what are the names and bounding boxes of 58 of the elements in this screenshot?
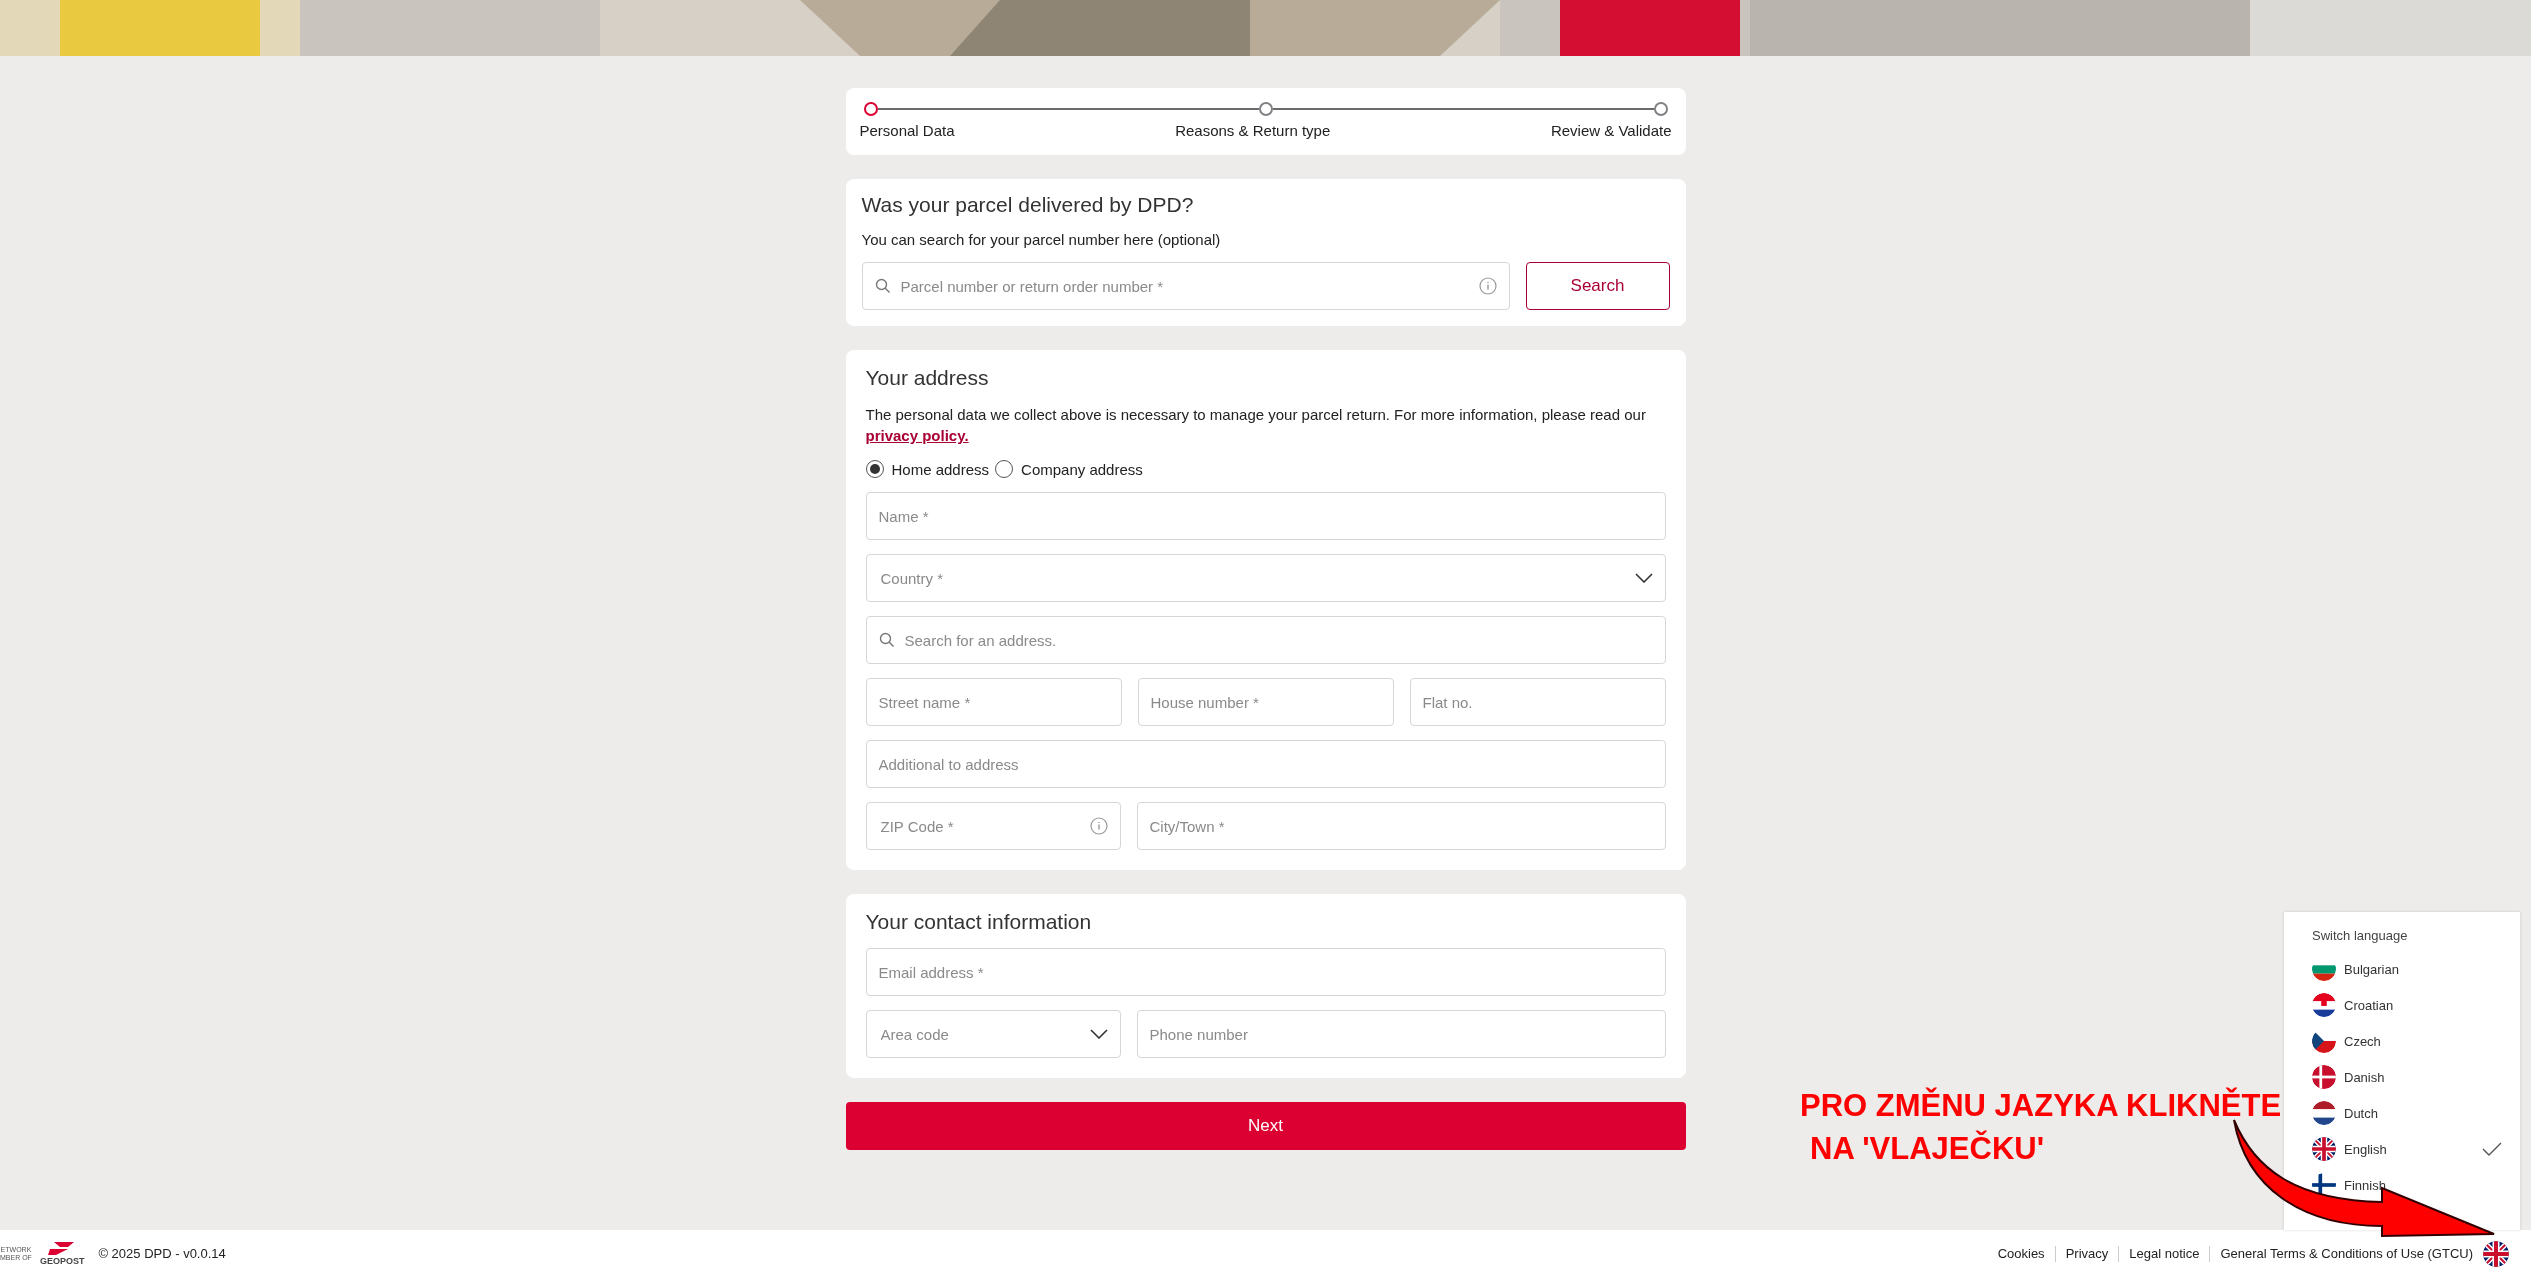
search-field[interactable]: Parcel number or return order number * [898, 276, 1471, 296]
search-field[interactable]: Search for an address. [865, 616, 1666, 664]
footer-link[interactable]: General Terms & Conditions of Use (GTCU) [2220, 1246, 2473, 1261]
footer-link[interactable]: Legal notice [2129, 1246, 2200, 1261]
language-item[interactable]: Bulgarian [2312, 951, 2502, 987]
input-field[interactable]: Additional to address [865, 740, 1666, 788]
logo-text: GEOPOST [39, 1255, 85, 1266]
flag-icon [2312, 993, 2336, 1017]
input-field[interactable]: Street name * [865, 678, 1122, 726]
annotation-text: PRO ZMĚNU JAZYKA KLIKNĚTE [1800, 1086, 2282, 1125]
flag-icon [2312, 1101, 2336, 1125]
next-button[interactable]: Next [845, 1102, 1686, 1150]
chevron-down-icon [1089, 1029, 1108, 1039]
search-icon [874, 278, 891, 294]
arrow-icon [2232, 1118, 2496, 1238]
hint-text: You can search for your parcel number here (optional) [861, 231, 1222, 248]
language-item[interactable]: Danish [2312, 1059, 2502, 1095]
input-field[interactable]: Flat no. [1409, 678, 1666, 726]
input-field[interactable]: Email address * [865, 948, 1666, 996]
section-title: Was your parcel delivered by DPD? [861, 193, 1195, 217]
input-field[interactable]: Phone number [1136, 1010, 1666, 1058]
info-icon[interactable] [1478, 277, 1497, 295]
radio-label: Company address [1021, 460, 1143, 478]
input-field[interactable]: ZIP Code * [865, 802, 1121, 850]
flag-icon [2312, 1065, 2336, 1089]
select-field[interactable]: Area code [878, 1024, 1082, 1044]
input-field[interactable]: Name * [865, 492, 1666, 540]
section-title: Your address [865, 366, 990, 390]
annotation-text: NA 'VLAJEČKU' [1810, 1129, 2045, 1168]
search-field[interactable]: Search for an address. [902, 630, 1653, 650]
select-field[interactable]: Area code [865, 1010, 1121, 1058]
step-label: Personal Data [859, 122, 955, 139]
radio-label: Home address [891, 460, 990, 478]
search-field[interactable]: Parcel number or return order number * [861, 262, 1510, 310]
input-field[interactable]: House number * [1137, 678, 1394, 726]
select-field[interactable]: Country * [878, 568, 1627, 588]
search-button[interactable]: Search [1525, 262, 1670, 310]
footer-link[interactable]: Cookies [1997, 1246, 2045, 1261]
flag-icon [2312, 1137, 2336, 1161]
copyright-text: © 2025 DPD - v0.0.14 [98, 1246, 226, 1261]
chevron-down-icon [1634, 573, 1653, 583]
language-item[interactable]: Czech [2312, 1023, 2502, 1059]
language-flag-button[interactable] [2483, 1240, 2509, 1267]
step-label: Reasons & Return type [1175, 122, 1331, 139]
search-icon [878, 632, 895, 648]
language-item[interactable]: Dutch [2312, 1095, 2502, 1131]
input-field[interactable]: City/Town * [1136, 802, 1666, 850]
menu-title: Switch language [2312, 928, 2409, 943]
language-item[interactable]: English [2312, 1131, 2502, 1167]
privacy-link[interactable]: privacy policy. [865, 427, 969, 444]
privacy-notice: The personal data we collect above is necessary to manage your parcel return. For more information, please read our privacy policy. [865, 405, 1647, 446]
footer-link[interactable]: Privacy [2065, 1246, 2109, 1261]
info-icon[interactable] [1089, 817, 1108, 835]
section-title: Your contact information [865, 910, 1093, 934]
step-label: Review & Validate [1550, 122, 1672, 139]
language-item[interactable]: Croatian [2312, 987, 2502, 1023]
select-field[interactable]: Country * [865, 554, 1666, 602]
input-field[interactable]: ZIP Code * [878, 816, 1082, 836]
